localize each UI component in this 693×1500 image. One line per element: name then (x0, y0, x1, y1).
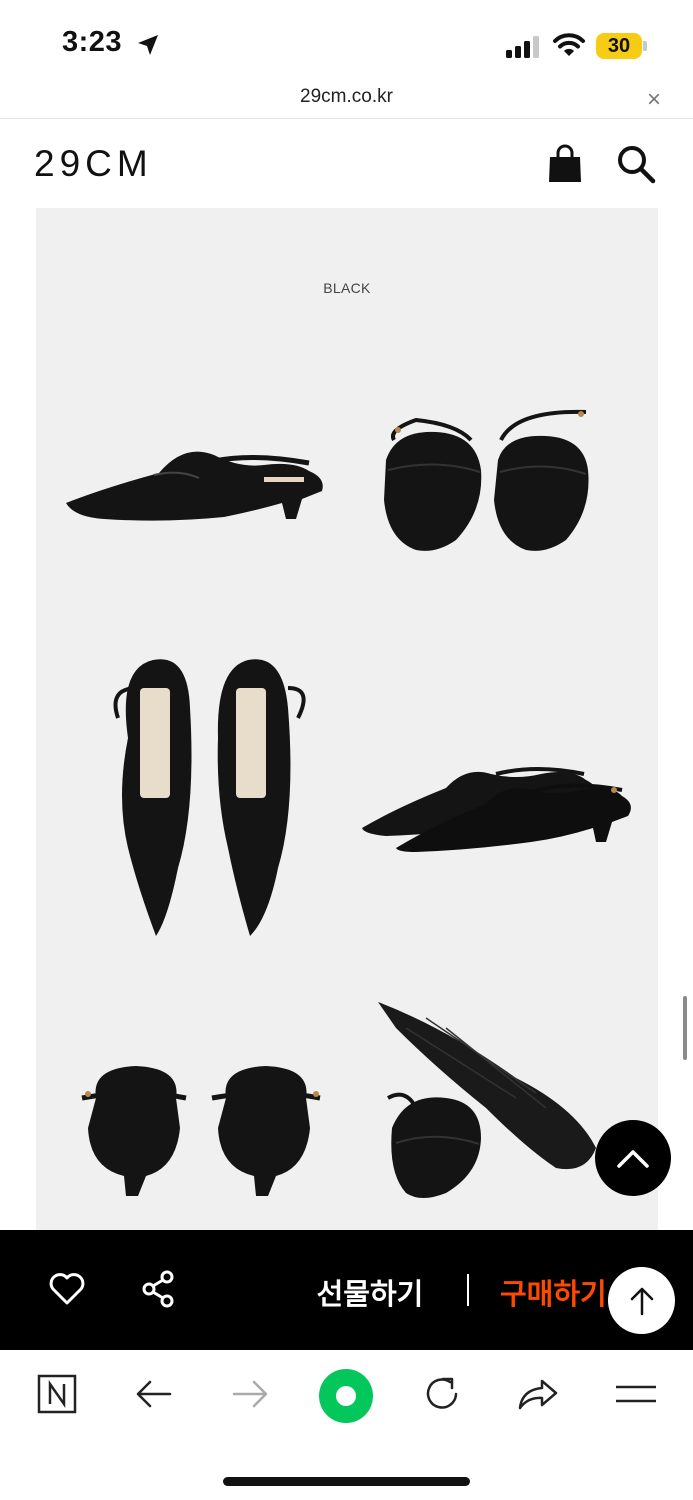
shopping-bag-icon[interactable] (546, 144, 584, 184)
home-indicator[interactable] (223, 1477, 470, 1486)
forward-arrow-icon[interactable] (230, 1372, 270, 1416)
scroll-top-button[interactable] (595, 1120, 671, 1196)
shoe-angled-pair-image (362, 767, 631, 852)
search-icon[interactable] (616, 144, 656, 184)
scroll-indicator[interactable] (683, 996, 687, 1060)
shoe-side-view-image (66, 451, 323, 521)
arrow-up-icon (630, 1287, 653, 1315)
url-divider (0, 118, 693, 119)
action-divider (467, 1274, 469, 1306)
shoe-front-pair-image (384, 409, 589, 551)
green-dot-icon[interactable] (318, 1368, 374, 1424)
chevron-up-icon (617, 1150, 649, 1168)
floating-up-button[interactable] (608, 1267, 675, 1334)
share-icon[interactable] (141, 1270, 177, 1308)
shoe-back-view-image (81, 1066, 321, 1196)
status-time: 3:23 (62, 26, 123, 58)
color-label: BLACK (323, 280, 371, 296)
product-image-panel: BLACK (36, 208, 658, 1230)
back-arrow-icon[interactable] (134, 1372, 174, 1416)
share-arrow-icon[interactable] (516, 1372, 560, 1416)
battery-cap (643, 41, 647, 51)
naver-n-icon[interactable] (37, 1372, 77, 1416)
menu-icon[interactable] (614, 1372, 658, 1416)
gift-button[interactable]: 선물하기 (300, 1270, 440, 1314)
url-bar[interactable]: 29cm.co.kr (0, 86, 693, 108)
site-logo[interactable]: 29CM (34, 143, 153, 185)
shoe-top-view-image (113, 659, 306, 936)
heart-icon[interactable] (48, 1270, 86, 1308)
signal-icon (506, 36, 539, 58)
wifi-icon (553, 33, 585, 56)
battery-indicator: 30 (596, 33, 642, 59)
shoe-sole-view-image (378, 1002, 596, 1198)
reload-icon[interactable] (420, 1372, 464, 1416)
location-arrow-icon (138, 35, 158, 55)
close-icon[interactable]: × (647, 86, 661, 114)
